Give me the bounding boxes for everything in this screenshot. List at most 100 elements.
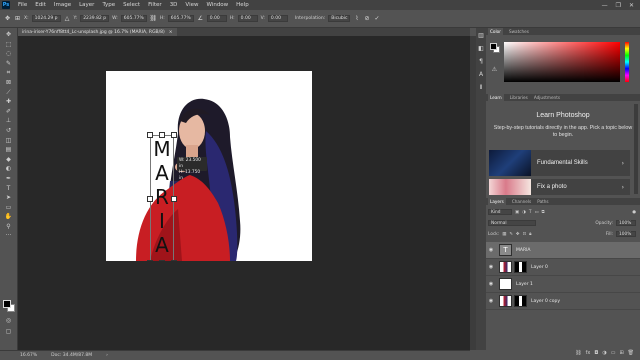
width-field[interactable]: 605.77%: [120, 15, 147, 22]
menu-view[interactable]: View: [181, 2, 202, 8]
layer-mask-thumbnail[interactable]: [514, 295, 527, 307]
new-group-icon[interactable]: ▭: [611, 350, 616, 356]
menu-help[interactable]: Help: [232, 2, 253, 8]
layer-name[interactable]: Layer 0 copy: [531, 299, 560, 304]
lock-pixels-icon[interactable]: ✎: [509, 232, 513, 237]
tab-layers[interactable]: Layers: [488, 198, 506, 205]
brush-tool-icon[interactable]: ✐: [4, 108, 13, 115]
more-tools-icon[interactable]: ···: [4, 232, 13, 239]
new-layer-icon[interactable]: ⊞: [619, 350, 623, 356]
commit-transform-icon[interactable]: ✓: [373, 15, 380, 22]
crop-tool-icon[interactable]: ⌗: [4, 69, 13, 76]
learn-card-fundamental-skills[interactable]: Fundamental Skills ›: [489, 150, 630, 176]
history-icon[interactable]: ▥: [477, 32, 485, 39]
foreground-color-swatch[interactable]: [3, 300, 11, 308]
minimize-icon[interactable]: —: [602, 2, 608, 9]
hand-tool-icon[interactable]: ✋: [4, 213, 13, 220]
screen-mode-icon[interactable]: ▢: [4, 328, 13, 335]
visibility-eye-icon[interactable]: ◉: [486, 247, 496, 253]
lock-all-icon[interactable]: 🔒︎: [529, 232, 531, 237]
visibility-eye-icon[interactable]: ◉: [486, 264, 496, 270]
hue-slider[interactable]: [625, 42, 629, 82]
adjustment-layer-icon[interactable]: ◑: [602, 350, 606, 356]
color-picker-field[interactable]: [504, 42, 620, 82]
tab-channels[interactable]: Channels: [512, 199, 531, 204]
layer-name[interactable]: MARIA: [516, 248, 531, 253]
lock-artboard-icon[interactable]: ⊡: [523, 232, 527, 237]
healing-brush-icon[interactable]: ✚: [4, 98, 13, 105]
document-tab[interactable]: irina-iriser-Y76nff8tt4_Lc-unsplash.jpg …: [18, 28, 177, 36]
visibility-eye-icon[interactable]: ◉: [486, 298, 496, 304]
tab-learn[interactable]: Learn: [488, 94, 504, 101]
gradient-tool-icon[interactable]: ▤: [4, 146, 13, 153]
eyedropper-tool-icon[interactable]: ⟋: [4, 89, 13, 96]
shape-tool-icon[interactable]: ▭: [4, 204, 13, 211]
move-tool-icon[interactable]: ✥: [4, 15, 11, 22]
pen-tool-icon[interactable]: ✒: [4, 175, 13, 182]
filter-toggle-icon[interactable]: ●: [632, 210, 636, 215]
interpolation-select[interactable]: Bicubic: [328, 15, 351, 22]
dodge-tool-icon[interactable]: ◐: [4, 165, 13, 172]
clone-stamp-icon[interactable]: ⊥: [4, 117, 13, 124]
close-icon[interactable]: ✕: [629, 2, 634, 9]
transform-handle-bottom-right[interactable]: [171, 260, 177, 261]
menu-select[interactable]: Select: [119, 2, 144, 8]
triangle-icon[interactable]: △: [64, 15, 71, 22]
layer-row-layer-0[interactable]: ◉ Layer 0: [486, 259, 640, 276]
menu-edit[interactable]: Edit: [31, 2, 50, 8]
eraser-tool-icon[interactable]: ◫: [4, 137, 13, 144]
status-arrow-icon[interactable]: ›: [106, 353, 108, 358]
type-tool-icon[interactable]: T: [4, 185, 13, 192]
cancel-transform-icon[interactable]: ⊘: [363, 15, 370, 22]
lasso-tool-icon[interactable]: ◌: [4, 50, 13, 57]
blur-tool-icon[interactable]: ◆: [4, 156, 13, 163]
fx-icon[interactable]: fx: [586, 350, 591, 356]
warp-icon[interactable]: ⌇: [353, 15, 360, 22]
quick-select-tool-icon[interactable]: ✎: [4, 60, 13, 67]
properties-icon[interactable]: ◧: [477, 45, 485, 52]
transform-handle-bottom-left[interactable]: [147, 260, 153, 261]
y-field[interactable]: 2239.82 p: [80, 15, 110, 22]
path-select-icon[interactable]: ➤: [4, 194, 13, 201]
filter-type-icon[interactable]: T: [529, 210, 532, 215]
layer-row-layer-1[interactable]: ◉ Layer 1: [486, 276, 640, 293]
menu-image[interactable]: Image: [50, 2, 75, 8]
x-field[interactable]: 1024.29 p: [31, 15, 61, 22]
filter-shape-icon[interactable]: ▭: [534, 210, 538, 215]
link-layers-icon[interactable]: ⛓: [575, 350, 581, 356]
tab-swatches[interactable]: Swatches: [509, 29, 529, 34]
trash-icon[interactable]: 🗑︎: [628, 350, 634, 356]
zoom-level[interactable]: 16.67%: [20, 353, 37, 358]
height-field[interactable]: 605.77%: [167, 15, 194, 22]
menu-type[interactable]: Type: [98, 2, 119, 8]
tab-adjustments[interactable]: Adjustments: [534, 95, 560, 100]
fill-field[interactable]: 100%: [616, 231, 636, 237]
maximize-icon[interactable]: ❐: [616, 2, 621, 9]
menu-file[interactable]: File: [14, 2, 31, 8]
add-mask-icon[interactable]: ◘: [594, 350, 598, 356]
h-skew-field[interactable]: 0.00: [237, 15, 258, 22]
marquee-tool-icon[interactable]: ⬚: [4, 41, 13, 48]
document-canvas[interactable]: M A R I A W: 23.500 in H: 13.750 in: [106, 71, 312, 261]
lock-transparency-icon[interactable]: ▦: [502, 232, 506, 237]
menu-3d[interactable]: 3D: [166, 2, 182, 8]
layer-row-maria[interactable]: ◉ T MARIA: [486, 242, 640, 259]
tab-libraries[interactable]: Libraries: [510, 95, 528, 100]
panel-foreground-swatch[interactable]: [490, 43, 497, 50]
layer-name[interactable]: Layer 0: [531, 265, 548, 270]
filter-image-icon[interactable]: ▣: [515, 210, 519, 215]
character-icon[interactable]: A: [477, 71, 485, 78]
paragraph-icon[interactable]: ¶: [477, 58, 485, 65]
layer-row-layer-0-copy[interactable]: ◉ Layer 0 copy: [486, 293, 640, 310]
blend-mode-select[interactable]: Normal: [488, 220, 536, 226]
history-brush-icon[interactable]: ↺: [4, 127, 13, 134]
layer-filter-select[interactable]: Kind: [488, 209, 512, 215]
menu-layer[interactable]: Layer: [75, 2, 98, 8]
filter-smart-icon[interactable]: ⧉: [542, 210, 545, 215]
reference-point-icon[interactable]: ⊞: [14, 15, 21, 22]
v-skew-field[interactable]: 0.00: [267, 15, 288, 22]
lock-position-icon[interactable]: ✥: [516, 232, 520, 237]
tab-close-icon[interactable]: ×: [169, 30, 173, 35]
move-tool-icon[interactable]: ✥: [4, 31, 13, 38]
menu-filter[interactable]: Filter: [144, 2, 166, 8]
